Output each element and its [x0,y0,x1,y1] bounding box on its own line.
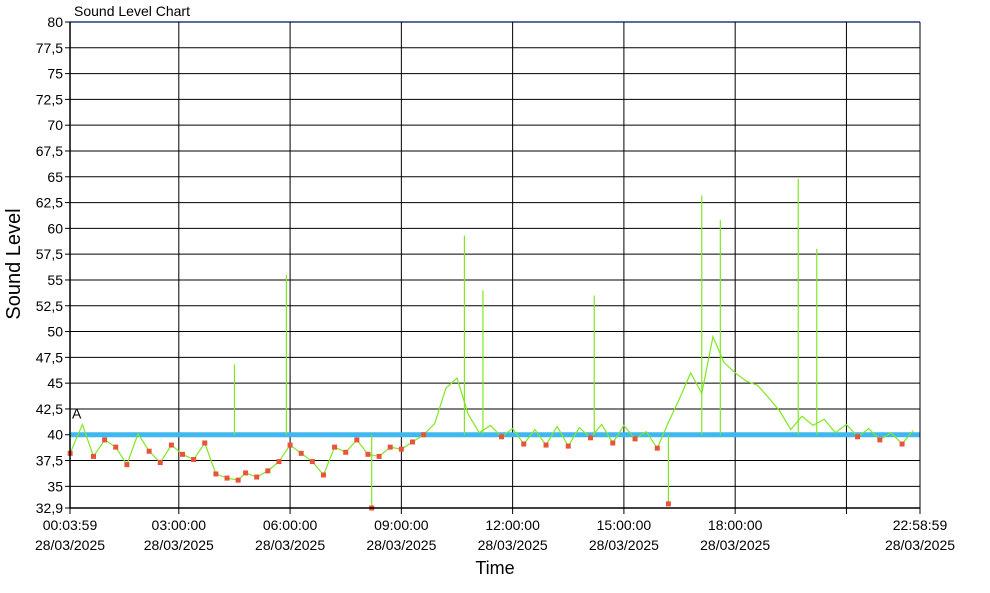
y-tick-label: 60 [47,220,63,236]
x-tick-label-date: 28/03/2025 [478,537,548,553]
data-point [376,453,382,459]
threshold-label: A [72,406,82,422]
chart-canvas: A 32,9 35 37,5 40 42,5 45 47,5 50 52,5 55 57,5 60 62… [3,3,955,578]
data-point [146,448,152,454]
x-tick-label-time: 15:00:00 [597,517,652,533]
x-axis-label: Time [475,558,514,578]
data-point [157,460,163,466]
x-tick-label-date: 28/03/2025 [885,537,955,553]
data-point [665,501,671,507]
x-tick-label-time: 12:00:00 [485,517,540,533]
data-point [654,445,660,451]
y-tick-label: 75 [47,66,63,82]
y-tick-label: 80 [47,14,63,30]
x-tick-label-date: 28/03/2025 [589,537,659,553]
x-tick-label-date: 28/03/2025 [700,537,770,553]
y-tick-label: 70 [47,117,63,133]
data-point [243,470,249,476]
data-point [632,436,638,442]
x-tick-label-time: 06:00:00 [263,517,318,533]
sound-level-chart: A 32,9 35 37,5 40 42,5 45 47,5 50 52,5 55 57,5 60 62… [0,0,990,588]
y-tick-label: 32,9 [36,500,63,516]
y-tick-label: 77,5 [36,40,63,56]
y-tick-label: 40 [47,427,63,443]
x-tick-label-date: 28/03/2025 [255,537,325,553]
x-tick-label-time: 00:03:59 [43,517,98,533]
data-point [180,451,186,457]
data-point [387,444,393,450]
data-point [168,442,174,448]
data-point [409,439,415,445]
data-point [191,457,197,463]
y-tick-label: 50 [47,324,63,340]
data-point [265,468,271,474]
data-point [298,450,304,456]
data-point [877,437,883,443]
y-tick-label: 57,5 [36,246,63,262]
data-point [287,442,293,448]
data-point [235,477,241,483]
x-tick-label-time: 09:00:00 [374,517,429,533]
data-point [521,441,527,447]
data-point [102,437,108,443]
y-tick-label: 62,5 [36,195,63,211]
y-tick-label: 65 [47,169,63,185]
x-tick-label-date: 28/03/2025 [144,537,214,553]
data-point [421,432,427,438]
data-point [343,449,349,455]
x-tick-label-date: 28/03/2025 [366,537,436,553]
data-point [254,474,260,480]
data-point [309,459,315,465]
x-tick-label-time: 22:58:59 [893,517,948,533]
data-point [124,462,130,468]
y-axis-label: Sound Level [3,208,25,319]
data-point [499,434,505,440]
data-point [354,437,360,443]
data-point [213,471,219,477]
x-tick-label-date: 28/03/2025 [35,537,105,553]
data-point [565,443,571,449]
data-point [320,472,326,478]
data-point [899,441,905,447]
data-point [398,446,404,452]
x-tick-label-time: 03:00:00 [152,517,207,533]
y-tick-label: 52,5 [36,298,63,314]
chart-title: Sound Level Chart [74,3,190,19]
data-point [91,453,97,459]
y-tick-label: 37,5 [36,453,63,469]
data-point [332,444,338,450]
y-tick-label: 35 [47,478,63,494]
data-point [202,440,208,446]
data-point [276,459,282,465]
y-tick-label: 67,5 [36,143,63,159]
y-tick-label: 47,5 [36,349,63,365]
data-point [543,442,549,448]
data-point [610,440,616,446]
data-point [588,435,594,441]
y-tick-label: 42,5 [36,401,63,417]
data-point [855,434,861,440]
y-tick-label: 72,5 [36,91,63,107]
data-point [365,451,371,457]
x-tick-label-time: 18:00:00 [708,517,763,533]
y-tick-label: 55 [47,272,63,288]
y-tick-label: 45 [47,375,63,391]
data-point [224,475,230,481]
data-point [113,444,119,450]
